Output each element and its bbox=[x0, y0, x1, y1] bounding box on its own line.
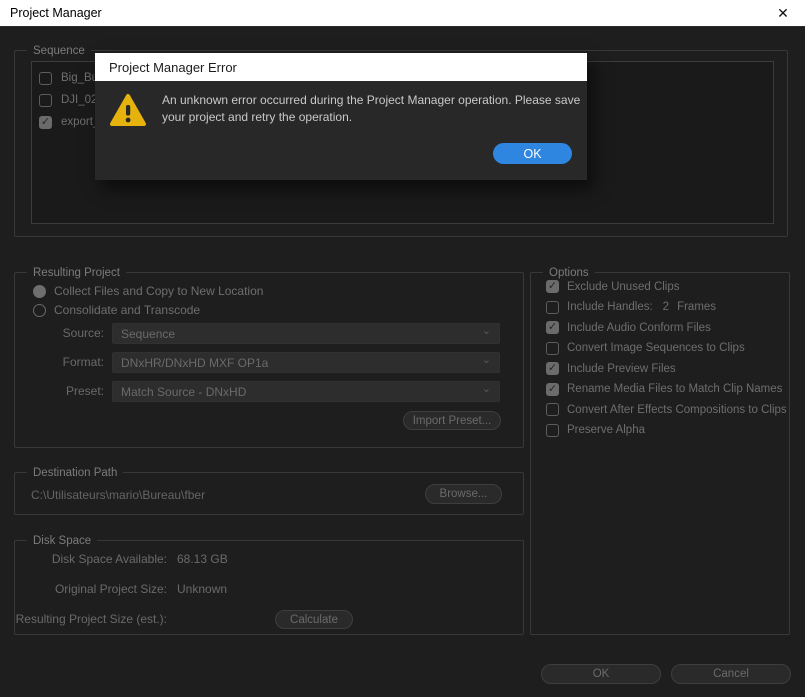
option-checkbox[interactable]: ✓ bbox=[546, 424, 559, 437]
option-label: Include Audio Conform Files bbox=[567, 322, 711, 334]
option-label: Include Preview Files bbox=[567, 363, 676, 375]
handles-frames-suffix: Frames bbox=[677, 301, 716, 313]
option-exclude-unused-clips[interactable]: ✓ Exclude Unused Clips bbox=[546, 280, 785, 293]
error-message: An unknown error occurred during the Pro… bbox=[162, 92, 580, 126]
sequence-checkbox[interactable]: ✓ bbox=[39, 116, 52, 129]
sequence-checkbox[interactable]: ✓ bbox=[39, 94, 52, 107]
option-checkbox[interactable]: ✓ bbox=[546, 362, 559, 375]
browse-button[interactable]: Browse... bbox=[425, 484, 502, 504]
error-dialog-title: Project Manager Error bbox=[95, 60, 237, 75]
option-label: Convert After Effects Compositions to Cl… bbox=[567, 404, 787, 416]
error-dialog: Project Manager Error An unknown error o… bbox=[95, 53, 587, 180]
format-value: DNxHR/DNxHD MXF OP1a bbox=[121, 356, 268, 370]
format-dropdown[interactable]: DNxHR/DNxHD MXF OP1a ⌄ bbox=[112, 352, 500, 373]
preset-label: Preset: bbox=[15, 381, 104, 402]
close-icon[interactable]: ✕ bbox=[769, 0, 797, 27]
radio-label: Consolidate and Transcode bbox=[54, 303, 200, 317]
error-ok-button[interactable]: OK bbox=[493, 143, 572, 164]
source-dropdown[interactable]: Sequence ⌄ bbox=[112, 323, 500, 344]
radio-collect-files[interactable]: Collect Files and Copy to New Location bbox=[33, 282, 263, 300]
resulting-project-size-label: Resulting Project Size (est.): bbox=[15, 612, 167, 626]
option-label: Preserve Alpha bbox=[567, 424, 645, 436]
format-label: Format: bbox=[15, 352, 104, 373]
option-label: Convert Image Sequences to Clips bbox=[567, 342, 745, 354]
option-include-audio-conform[interactable]: ✓ Include Audio Conform Files bbox=[546, 321, 785, 334]
options-group-label: Options bbox=[543, 265, 595, 281]
disk-space-available-label: Disk Space Available: bbox=[15, 552, 167, 566]
option-label: Include Handles: bbox=[567, 301, 653, 313]
option-convert-image-sequences[interactable]: ✓ Convert Image Sequences to Clips bbox=[546, 342, 785, 355]
option-convert-ae-compositions[interactable]: ✓ Convert After Effects Compositions to … bbox=[546, 403, 785, 416]
check-icon: ✓ bbox=[41, 117, 50, 128]
option-checkbox[interactable]: ✓ bbox=[546, 280, 559, 293]
option-include-handles[interactable]: ✓ Include Handles: 2 Frames bbox=[546, 301, 785, 314]
sequence-item-label: Big_Bu bbox=[61, 72, 98, 84]
option-rename-media-files[interactable]: ✓ Rename Media Files to Match Clip Names bbox=[546, 383, 785, 396]
window-title: Project Manager bbox=[0, 6, 102, 20]
option-label: Exclude Unused Clips bbox=[567, 281, 680, 293]
check-icon: ✓ bbox=[548, 384, 557, 395]
warning-icon bbox=[109, 92, 147, 132]
error-message-line: your project and retry the operation. bbox=[162, 109, 580, 126]
cancel-button[interactable]: Cancel bbox=[671, 664, 791, 684]
error-message-line: An unknown error occurred during the Pro… bbox=[162, 92, 580, 109]
chevron-down-icon: ⌄ bbox=[482, 326, 491, 337]
chevron-down-icon: ⌄ bbox=[482, 384, 491, 395]
options-group: Options ✓ Exclude Unused Clips ✓ Include… bbox=[530, 272, 790, 635]
radio-button[interactable] bbox=[33, 285, 46, 298]
resulting-project-group-label: Resulting Project bbox=[27, 265, 126, 281]
disk-space-group-label: Disk Space bbox=[27, 533, 97, 549]
option-include-preview-files[interactable]: ✓ Include Preview Files bbox=[546, 362, 785, 375]
calculate-button[interactable]: Calculate bbox=[275, 610, 353, 629]
option-checkbox[interactable]: ✓ bbox=[546, 321, 559, 334]
destination-path-group: Destination Path C:\Utilisateurs\mario\B… bbox=[14, 472, 524, 515]
source-label: Source: bbox=[15, 323, 104, 344]
error-dialog-body: An unknown error occurred during the Pro… bbox=[95, 81, 587, 180]
option-checkbox[interactable]: ✓ bbox=[546, 383, 559, 396]
option-checkbox[interactable]: ✓ bbox=[546, 403, 559, 416]
option-checkbox[interactable]: ✓ bbox=[546, 301, 559, 314]
sequence-item-label: export_ bbox=[61, 116, 99, 128]
radio-label: Collect Files and Copy to New Location bbox=[54, 284, 263, 298]
check-icon: ✓ bbox=[548, 281, 557, 292]
option-label: Rename Media Files to Match Clip Names bbox=[567, 383, 782, 395]
disk-space-group: Disk Space Disk Space Available: 68.13 G… bbox=[14, 540, 524, 635]
resulting-project-group: Resulting Project Collect Files and Copy… bbox=[14, 272, 524, 448]
check-icon: ✓ bbox=[548, 322, 557, 333]
chevron-down-icon: ⌄ bbox=[482, 355, 491, 366]
original-project-size-value: Unknown bbox=[177, 582, 227, 596]
radio-button[interactable] bbox=[33, 304, 46, 317]
option-checkbox[interactable]: ✓ bbox=[546, 342, 559, 355]
sequence-checkbox[interactable]: ✓ bbox=[39, 72, 52, 85]
window-titlebar: Project Manager ✕ bbox=[0, 0, 805, 27]
check-icon: ✓ bbox=[548, 363, 557, 374]
radio-consolidate-transcode[interactable]: Consolidate and Transcode bbox=[33, 301, 200, 319]
sequence-group-label: Sequence bbox=[27, 43, 91, 59]
option-preserve-alpha[interactable]: ✓ Preserve Alpha bbox=[546, 424, 785, 437]
handles-frames-value[interactable]: 2 bbox=[663, 301, 669, 313]
error-dialog-titlebar: Project Manager Error bbox=[95, 53, 587, 81]
original-project-size-label: Original Project Size: bbox=[15, 582, 167, 596]
source-value: Sequence bbox=[121, 327, 175, 341]
preset-value: Match Source - DNxHD bbox=[121, 385, 246, 399]
ok-button[interactable]: OK bbox=[541, 664, 661, 684]
disk-space-available-value: 68.13 GB bbox=[177, 552, 228, 566]
preset-dropdown[interactable]: Match Source - DNxHD ⌄ bbox=[112, 381, 500, 402]
destination-path-value: C:\Utilisateurs\mario\Bureau\fber bbox=[31, 473, 205, 516]
import-preset-button[interactable]: Import Preset... bbox=[403, 411, 501, 430]
